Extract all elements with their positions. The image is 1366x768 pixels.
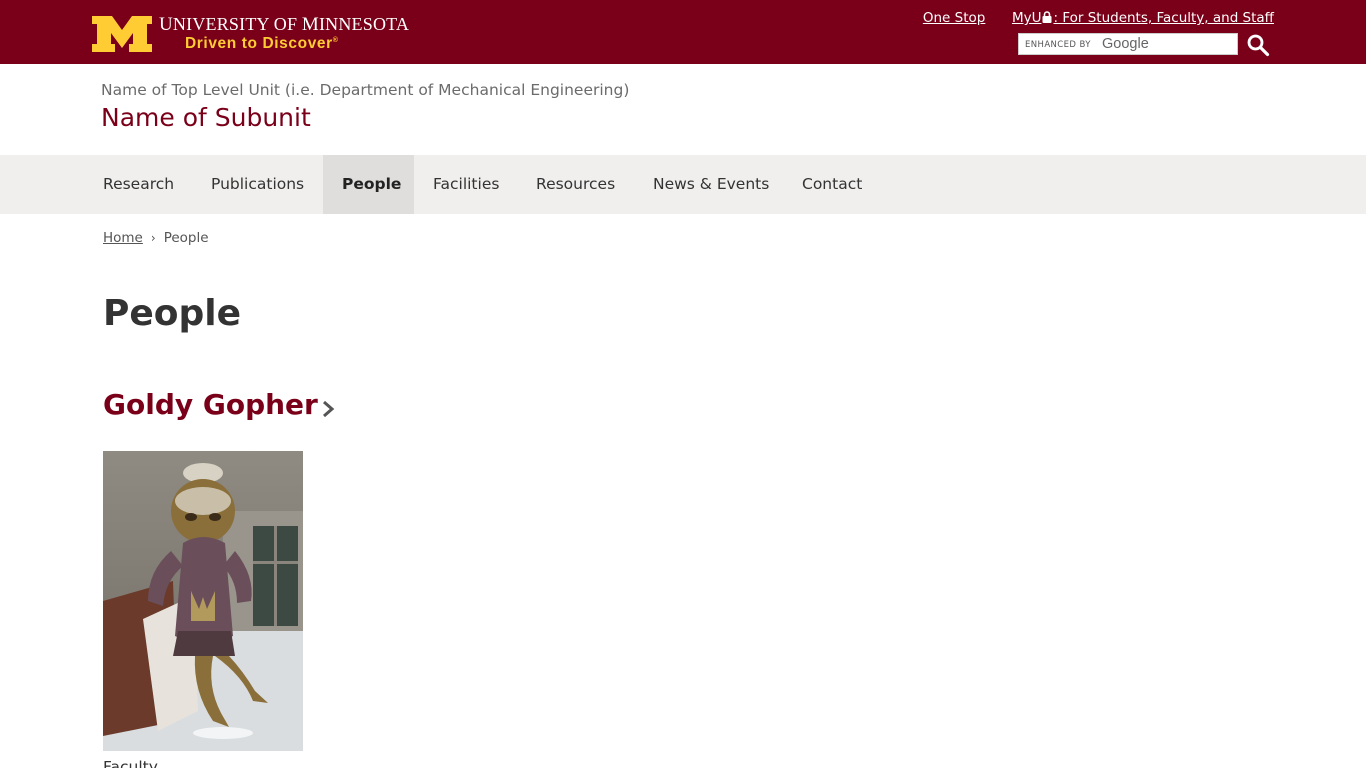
person-role: Faculty — [103, 758, 158, 768]
university-name: UNIVERSITY OF MINNESOTA — [159, 14, 410, 35]
top-links: One Stop MyU: For Students, Faculty, and… — [923, 10, 1274, 26]
enhanced-by-label: ENHANCED BY — [1025, 40, 1091, 50]
search-input[interactable]: ENHANCED BY Google — [1018, 33, 1238, 55]
university-tagline: Driven to Discover® — [185, 35, 339, 52]
breadcrumb-current: People — [163, 230, 209, 246]
nav-item-research[interactable]: Research — [103, 155, 174, 214]
search-icon[interactable] — [1246, 33, 1270, 57]
nav-item-contact[interactable]: Contact — [802, 155, 862, 214]
google-label: Google — [1102, 36, 1149, 52]
person-name-link[interactable]: Goldy Gopher — [103, 388, 318, 421]
one-stop-link[interactable]: One Stop — [923, 10, 985, 26]
goldy-statue-image — [103, 451, 303, 751]
myu-link[interactable]: MyU: For Students, Faculty, and Staff — [1012, 10, 1274, 26]
page-title: People — [103, 293, 242, 334]
nav-item-publications[interactable]: Publications — [211, 155, 304, 214]
nav-item-news-events[interactable]: News & Events — [653, 155, 769, 214]
person-photo[interactable] — [103, 451, 303, 751]
nav-item-people[interactable]: People — [323, 155, 414, 214]
top-header: UNIVERSITY OF MINNESOTA Driven to Discov… — [0, 0, 1366, 64]
nav-item-resources[interactable]: Resources — [536, 155, 615, 214]
subunit-title[interactable]: Name of Subunit — [101, 103, 311, 132]
breadcrumb: Home › People — [103, 230, 209, 246]
top-level-unit-link[interactable]: Name of Top Level Unit (i.e. Department … — [101, 81, 629, 99]
nav-item-facilities[interactable]: Facilities — [433, 155, 499, 214]
breadcrumb-home-link[interactable]: Home — [103, 230, 143, 246]
chevron-right-icon: › — [150, 231, 156, 245]
chevron-right-icon[interactable] — [321, 399, 335, 419]
university-logo[interactable]: UNIVERSITY OF MINNESOTA Driven to Discov… — [92, 14, 409, 54]
lock-icon — [1042, 11, 1052, 23]
main-nav: Research Publications People Facilities … — [0, 155, 1366, 214]
block-m-icon — [92, 16, 152, 52]
